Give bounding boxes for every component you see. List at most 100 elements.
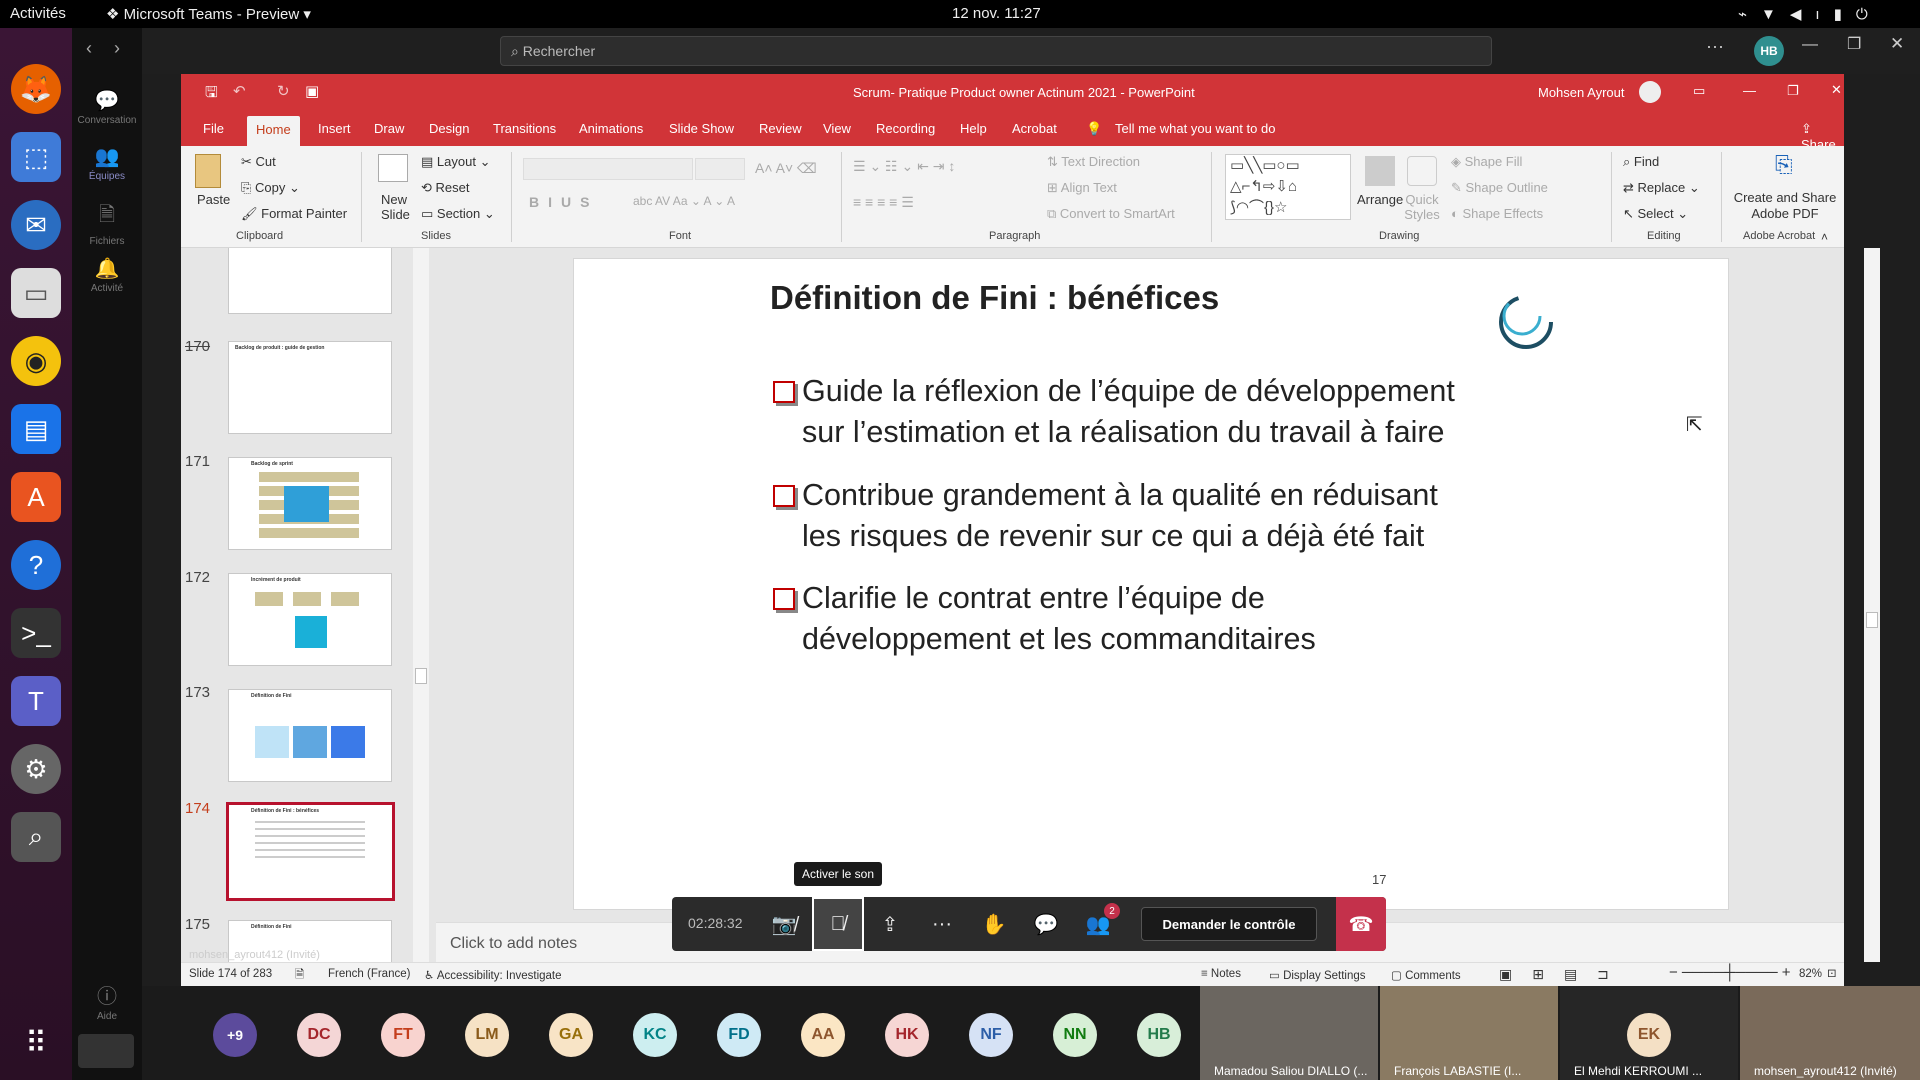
font-size-controls[interactable]: A˄ A˅ ⌫ [755, 160, 817, 177]
slide-thumbnail-170[interactable]: Backlog de produit : guide de gestion [228, 341, 392, 434]
shape-outline-button[interactable]: ✎ Shape Outline [1451, 180, 1548, 196]
tab-draw[interactable]: Draw [374, 121, 404, 136]
device-button[interactable] [78, 1034, 134, 1068]
copy-button[interactable]: ⎘ Copy ⌄ [241, 180, 300, 196]
restore-icon[interactable]: ❐ [1847, 34, 1861, 54]
participant-avatar[interactable]: FT [381, 1013, 425, 1057]
files-icon[interactable]: ▭ [11, 268, 61, 318]
tab-insert[interactable]: Insert [318, 121, 351, 136]
shape-fill-button[interactable]: ◈ Shape Fill [1451, 154, 1522, 170]
account-avatar[interactable] [1639, 81, 1661, 103]
camera-off-icon[interactable]: 📷̸ [758, 897, 810, 951]
participant-avatar[interactable]: LM [465, 1013, 509, 1057]
firefox-icon[interactable]: 🦊 [11, 64, 61, 114]
text-direction-button[interactable]: ⇅ Text Direction [1047, 154, 1140, 170]
language-button[interactable]: French (France) [328, 968, 410, 980]
overflow-participants[interactable]: +9 [213, 1013, 257, 1057]
back-icon[interactable]: ‹ [86, 38, 92, 59]
align-icons[interactable]: ≡ ≡ ≡ ≡ ☰ [853, 194, 914, 211]
slide-thumbnail[interactable] [228, 248, 392, 314]
share-screen-icon[interactable]: ⇪ [864, 897, 916, 951]
undo-icon[interactable]: ↶ [233, 82, 246, 100]
find-button[interactable]: ⌕ Find [1623, 154, 1659, 170]
shape-effects-button[interactable]: ◐ Shape Effects [1451, 206, 1543, 221]
rail-teams[interactable]: 👥 Équipes [72, 144, 142, 182]
participant-avatar[interactable]: HB [1137, 1013, 1181, 1057]
magnifier-icon[interactable]: ⌕ [11, 812, 61, 862]
notes-button[interactable]: ≡ Notes [1201, 968, 1241, 980]
slide-thumbnail-173[interactable]: Définition de Fini [228, 689, 392, 782]
close-icon[interactable]: ✕ [1890, 34, 1904, 54]
cut-button[interactable]: ✂ Cut [241, 154, 276, 170]
participant-avatar[interactable]: FD [717, 1013, 761, 1057]
activities-button[interactable]: Activités [10, 5, 66, 22]
minimize-icon[interactable]: — [1802, 36, 1818, 54]
software-icon[interactable]: A [11, 472, 61, 522]
slide-thumbnail-pane[interactable]: 170 Backlog de produit : guide de gestio… [181, 248, 436, 983]
rhythmbox-icon[interactable]: ◉ [11, 336, 61, 386]
participant-video[interactable]: François LABASTIE (I... [1380, 986, 1558, 1080]
collapse-ribbon-icon[interactable]: ˄ [1821, 230, 1828, 244]
tab-transitions[interactable]: Transitions [493, 121, 556, 136]
slide-thumbnail-174-selected[interactable]: Définition de Fini : bénéfices [226, 802, 395, 901]
bullet-1[interactable]: Guide la réflexion de l’équipe de dévelo… [768, 371, 1455, 453]
thumb-scrollbar[interactable] [413, 248, 429, 983]
view-buttons[interactable]: ▣⊞▤⊐ [1499, 966, 1629, 983]
participant-avatar[interactable]: NN [1053, 1013, 1097, 1057]
replace-button[interactable]: ⇄ Replace ⌄ [1623, 180, 1700, 196]
fit-slide-icon[interactable]: ⊡ [1827, 966, 1837, 980]
present-icon[interactable]: ▣ [305, 82, 319, 100]
redo-icon[interactable]: ↻ [277, 82, 290, 100]
system-tray-icons[interactable]: ⌁▼◀ı▮⏻ [1738, 5, 1882, 23]
tab-home[interactable]: Home [247, 116, 300, 146]
paste-button[interactable]: Paste [197, 192, 230, 207]
settings-icon[interactable]: ⚙ [11, 744, 61, 794]
self-video[interactable]: mohsen_ayrout412 (Invité) [1740, 986, 1920, 1080]
tab-file[interactable]: File [203, 121, 224, 136]
reset-button[interactable]: ⟲ Reset [421, 180, 469, 196]
tab-slide-show[interactable]: Slide Show [669, 121, 734, 136]
rail-help[interactable]: ⓘ Aide [72, 980, 142, 1022]
screenshot-icon[interactable]: ⬚ [11, 132, 61, 182]
new-slide-button[interactable]: New Slide [381, 192, 419, 222]
layout-button[interactable]: ▤ Layout ⌄ [421, 154, 490, 170]
slide-thumbnail-172[interactable]: Incrément de produit [228, 573, 392, 666]
restore-icon[interactable]: ❐ [1787, 83, 1799, 99]
accessibility-button[interactable]: ♿ Accessibility: Investigate [424, 968, 562, 982]
clock[interactable]: 12 nov. 11:27 [952, 5, 1041, 22]
spelling-icon[interactable]: 🗎 [295, 967, 304, 986]
format-painter-button[interactable]: 🖌 Format Painter [241, 206, 347, 222]
tab-design[interactable]: Design [429, 121, 469, 136]
app-grid-icon[interactable]: ⠿ [11, 1018, 61, 1068]
select-button[interactable]: ↖ Select ⌄ [1623, 206, 1688, 222]
tab-view[interactable]: View [823, 121, 851, 136]
new-slide-icon[interactable] [378, 154, 408, 182]
writer-icon[interactable]: ▤ [11, 404, 61, 454]
participant-avatar[interactable]: NF [969, 1013, 1013, 1057]
tab-recording[interactable]: Recording [876, 121, 935, 136]
account-name[interactable]: Mohsen Ayrout [1538, 85, 1624, 100]
create-share-pdf-button[interactable]: Create and Share Adobe PDF [1733, 190, 1837, 222]
bullet-3[interactable]: Clarifie le contrat entre l’équipe de dév… [768, 578, 1316, 660]
more-actions-icon[interactable]: ··· [916, 897, 968, 951]
paste-icon[interactable] [195, 154, 221, 188]
minimize-icon[interactable]: — [1743, 83, 1756, 98]
font-size-select[interactable] [695, 158, 745, 180]
zoom-slider[interactable]: − ────┼──── + [1669, 964, 1791, 981]
comments-button[interactable]: ▢ Comments [1391, 968, 1461, 982]
canvas-scrollbar[interactable] [1864, 248, 1880, 962]
participant-avatar[interactable]: HK [885, 1013, 929, 1057]
align-text-button[interactable]: ⊞ Align Text [1047, 180, 1117, 196]
tab-review[interactable]: Review [759, 121, 802, 136]
chat-icon[interactable]: 💬 [1020, 897, 1072, 951]
help-icon[interactable]: ? [11, 540, 61, 590]
tell-me-search[interactable]: Tell me what you want to do [1115, 121, 1275, 136]
arrange-button[interactable]: Arrange [1357, 192, 1403, 207]
app-menu[interactable]: ❖ Microsoft Teams - Preview ▾ [106, 5, 311, 23]
tab-acrobat[interactable]: Acrobat [1012, 121, 1057, 136]
convert-smartart-button[interactable]: ⧉ Convert to SmartArt [1047, 206, 1175, 222]
participant-tile[interactable]: EK El Mehdi KERROUMI ... [1560, 986, 1738, 1080]
participant-avatar[interactable]: DC [297, 1013, 341, 1057]
participant-avatar[interactable]: KC [633, 1013, 677, 1057]
rail-activity[interactable]: 🔔 Activité [72, 256, 142, 294]
